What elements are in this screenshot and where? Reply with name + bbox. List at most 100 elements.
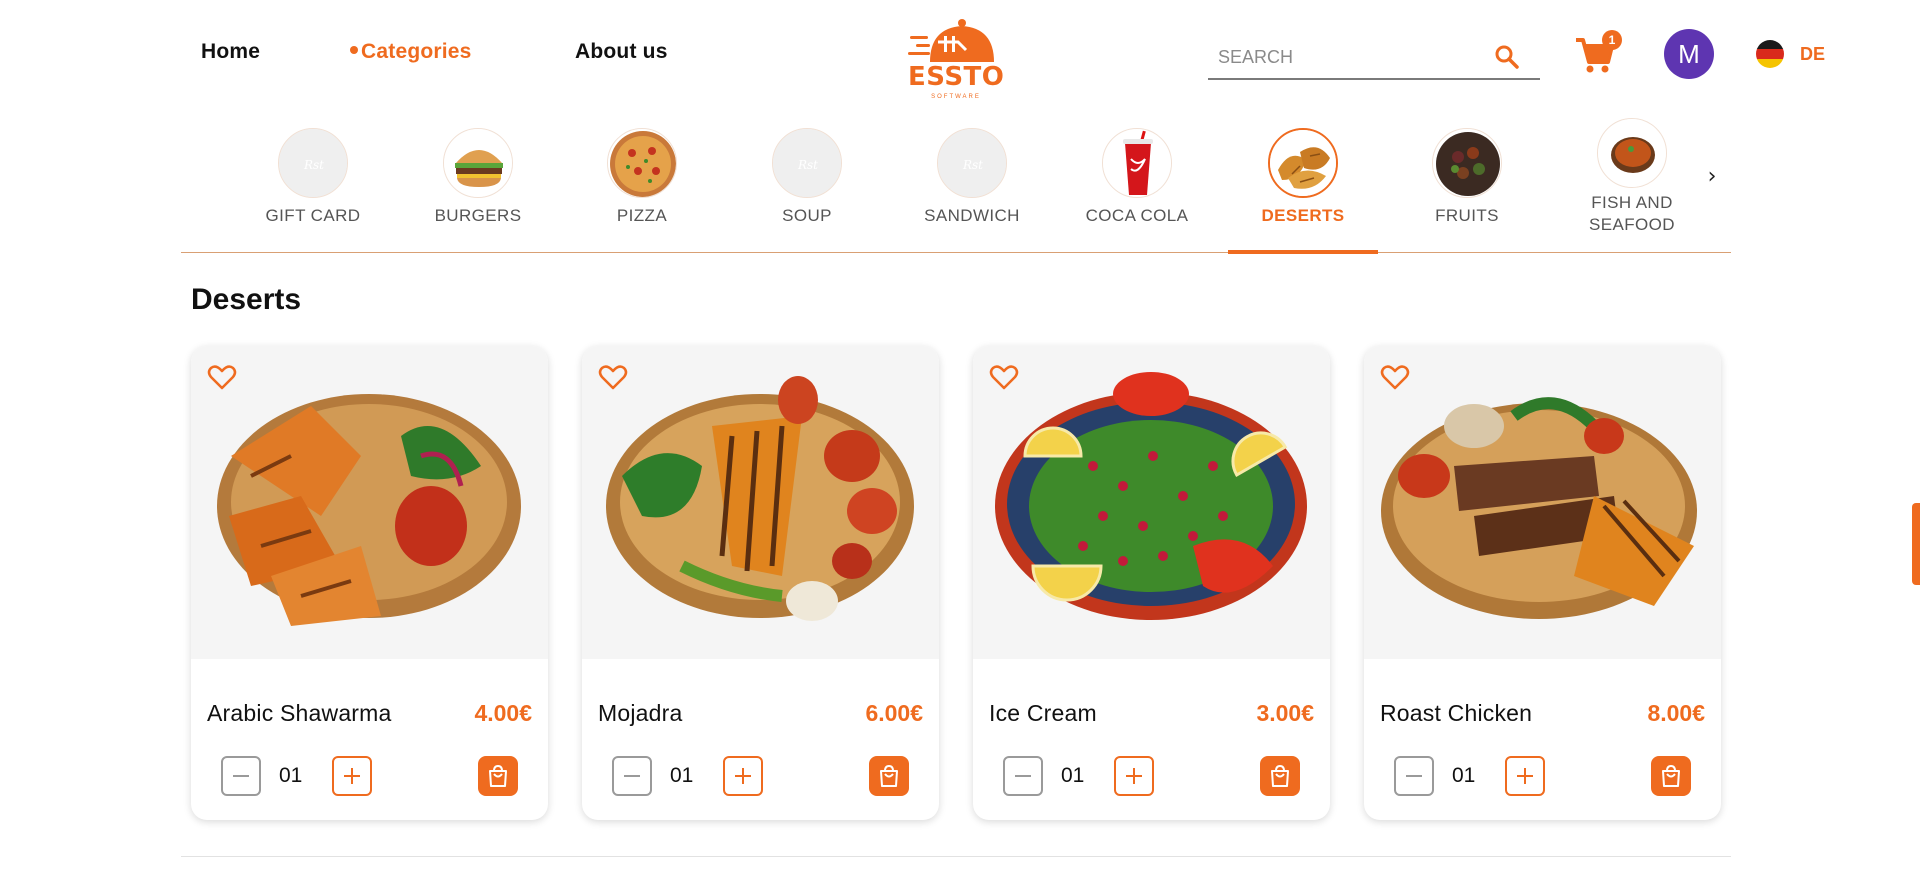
section-divider (181, 856, 1731, 857)
logo-wordmark: ESSTO (908, 62, 1005, 92)
heart-icon[interactable] (207, 362, 237, 392)
user-avatar[interactable]: M (1664, 29, 1714, 79)
category-label: GIFT CARD (265, 206, 361, 225)
decrease-quantity-button[interactable] (221, 756, 261, 796)
product-image (191, 346, 548, 659)
product-name: Arabic Shawarma (207, 700, 392, 726)
quantity-value: 01 (670, 764, 694, 787)
scrollbar-thumb[interactable] (1912, 503, 1920, 585)
fruit-bowl-icon (1432, 128, 1502, 198)
product-image (1364, 346, 1721, 659)
category-label: SOUP (782, 206, 832, 225)
plus-icon (344, 768, 360, 784)
category-label: PIZZA (616, 206, 668, 225)
minus-icon (233, 775, 249, 777)
nav-home[interactable]: Home (201, 40, 260, 64)
cart-button[interactable]: 1 (1574, 30, 1622, 76)
category-fish-and-seafood[interactable]: FISH AND SEAFOOD (1557, 108, 1707, 253)
category-soup[interactable]: Rst SOUP (732, 108, 882, 253)
search-icon[interactable] (1492, 42, 1522, 72)
decrease-quantity-button[interactable] (612, 756, 652, 796)
decrease-quantity-button[interactable] (1394, 756, 1434, 796)
minus-icon (624, 775, 640, 777)
product-price: 3.00€ (1256, 700, 1314, 726)
top-header: Home Categories About us ESSTO SOFTWARE (0, 0, 1920, 108)
increase-quantity-button[interactable] (723, 756, 763, 796)
heart-icon[interactable] (1380, 362, 1410, 392)
active-category-indicator (1228, 250, 1378, 254)
category-burgers[interactable]: BURGERS (403, 108, 553, 253)
category-label: FISH AND SEAFOOD (1589, 193, 1675, 234)
product-price: 6.00€ (865, 700, 923, 726)
quantity-value: 01 (1061, 764, 1085, 787)
add-to-cart-button[interactable] (869, 756, 909, 796)
placeholder-logo-icon: Rst (937, 128, 1007, 198)
product-card[interactable]: Arabic Shawarma 4.00€ 01 (191, 346, 548, 820)
quantity-value: 01 (1452, 764, 1476, 787)
product-image (582, 346, 939, 659)
increase-quantity-button[interactable] (1114, 756, 1154, 796)
category-label: COCA COLA (1085, 206, 1189, 225)
nav-categories[interactable]: Categories (350, 40, 472, 64)
category-gift-card[interactable]: Rst GIFT CARD (238, 108, 388, 253)
category-fruits[interactable]: FRUITS (1392, 108, 1542, 253)
plus-icon (735, 768, 751, 784)
search-input[interactable] (1218, 42, 1478, 72)
active-dot (350, 46, 358, 55)
category-coca-cola[interactable]: COCA COLA (1062, 108, 1212, 253)
product-name: Roast Chicken (1380, 700, 1533, 726)
product-name: Mojadra (598, 700, 683, 726)
category-sandwich[interactable]: Rst SANDWICH (897, 108, 1047, 253)
svg-text:Rst: Rst (303, 158, 324, 172)
shopping-bag-icon (1271, 764, 1289, 787)
product-name: Ice Cream (989, 700, 1097, 726)
product-card[interactable]: Roast Chicken 8.00€ 01 (1364, 346, 1721, 820)
category-label: DESERTS (1261, 206, 1345, 225)
product-card[interactable]: Ice Cream 3.00€ 01 (973, 346, 1330, 820)
burger-icon (443, 128, 513, 198)
minus-icon (1015, 775, 1031, 777)
shopping-bag-icon (489, 764, 507, 787)
product-image (973, 346, 1330, 659)
germany-flag-icon (1756, 40, 1784, 68)
quantity-value: 01 (279, 764, 303, 787)
minus-icon (1406, 775, 1422, 777)
logo-subtitle: SOFTWARE (931, 94, 981, 100)
category-pizza[interactable]: PIZZA (567, 108, 717, 253)
pizza-icon (607, 128, 677, 198)
product-card[interactable]: Mojadra 6.00€ 01 (582, 346, 939, 820)
plus-icon (1517, 768, 1533, 784)
nav-about[interactable]: About us (575, 40, 668, 64)
category-deserts[interactable]: DESERTS (1228, 108, 1378, 254)
nav-categories-label: Categories (361, 40, 472, 63)
category-label: BURGERS (434, 206, 522, 225)
shopping-bag-icon (1662, 764, 1680, 787)
soup-bowl-icon (1597, 118, 1667, 188)
svg-text:Rst: Rst (797, 158, 818, 172)
add-to-cart-button[interactable] (478, 756, 518, 796)
category-carousel: Rst GIFT CARD BURGERS PIZZA Rst SOUP Rst… (181, 108, 1731, 254)
category-label: FRUITS (1435, 206, 1499, 225)
search-bar (1208, 34, 1540, 80)
language-code: DE (1800, 44, 1826, 64)
add-to-cart-button[interactable] (1651, 756, 1691, 796)
placeholder-logo-icon: Rst (278, 128, 348, 198)
heart-icon[interactable] (598, 362, 628, 392)
increase-quantity-button[interactable] (1505, 756, 1545, 796)
pastries-icon (1268, 128, 1338, 198)
carousel-next-chevron-icon[interactable]: › (1697, 162, 1727, 192)
plus-icon (1126, 768, 1142, 784)
svg-text:Rst: Rst (962, 158, 983, 172)
product-price: 4.00€ (474, 700, 532, 726)
shopping-bag-icon (880, 764, 898, 787)
placeholder-logo-icon: Rst (772, 128, 842, 198)
cart-count-badge: 1 (1602, 30, 1622, 50)
increase-quantity-button[interactable] (332, 756, 372, 796)
category-label: SANDWICH (924, 206, 1020, 225)
add-to-cart-button[interactable] (1260, 756, 1300, 796)
brand-logo[interactable]: ESSTO SOFTWARE (908, 14, 1005, 100)
heart-icon[interactable] (989, 362, 1019, 392)
decrease-quantity-button[interactable] (1003, 756, 1043, 796)
product-price: 8.00€ (1647, 700, 1705, 726)
section-title: Deserts (191, 283, 302, 316)
